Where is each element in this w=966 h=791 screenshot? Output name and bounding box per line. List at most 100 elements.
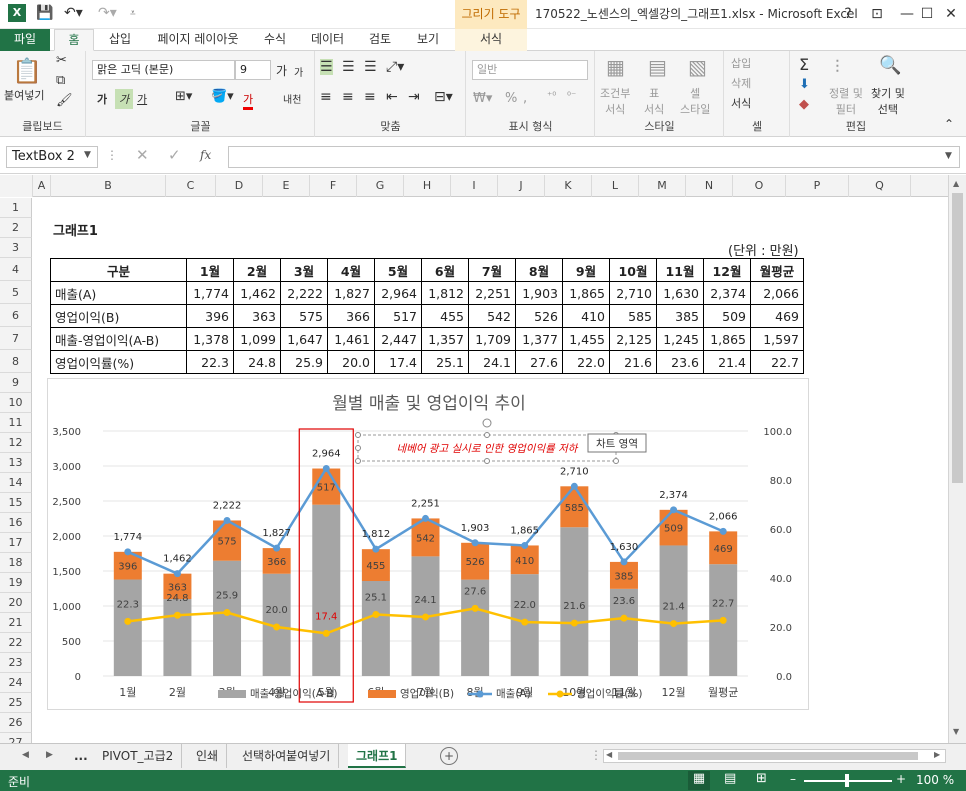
sales-point[interactable] (719, 527, 727, 535)
table-cell[interactable]: 1,597 (750, 327, 804, 351)
ribbon-display-button[interactable]: ⊡ (862, 0, 892, 29)
vertical-scroll-thumb[interactable] (952, 193, 963, 483)
sort-filter-button[interactable]: 정렬 및 필터 (829, 85, 863, 117)
table-cell[interactable]: 469 (750, 304, 804, 328)
orientation-icon[interactable]: ⤢▾ (386, 59, 404, 75)
font-color-button[interactable]: 가 (243, 91, 254, 110)
row-header-20[interactable]: 20 (0, 593, 32, 613)
zoom-out-button[interactable]: – (790, 772, 796, 786)
table-cell[interactable]: 2,222 (280, 281, 328, 305)
conditional-format-icon[interactable]: ▦ (606, 55, 625, 79)
insert-function-button[interactable]: fx (200, 148, 211, 162)
table-cell[interactable]: 575 (280, 304, 328, 328)
table-cell[interactable]: 23.6 (656, 350, 704, 374)
shrink-font-button[interactable]: 가 (294, 64, 303, 79)
table-cell[interactable]: 455 (421, 304, 469, 328)
zoom-level[interactable]: 100 % (916, 773, 954, 787)
table-cell[interactable]: 385 (656, 304, 704, 328)
column-header-n[interactable]: N (686, 175, 733, 197)
bar-base[interactable] (163, 599, 192, 676)
row-header-10[interactable]: 10 (0, 393, 32, 413)
percent-button[interactable]: % (505, 91, 517, 106)
tab-review[interactable]: 검토 (360, 29, 400, 51)
increase-indent-icon[interactable]: ⇥ (408, 89, 420, 105)
clear-icon[interactable]: ◆ (799, 97, 809, 112)
row-header-11[interactable]: 11 (0, 413, 32, 433)
name-box-dropdown-icon[interactable]: ▼ (84, 150, 91, 160)
scroll-right-icon[interactable]: ▶ (934, 750, 940, 759)
sales-point[interactable] (521, 541, 529, 549)
rate-point[interactable] (422, 613, 429, 621)
table-cell[interactable]: 410 (562, 304, 610, 328)
scroll-left-icon[interactable]: ◀ (606, 750, 612, 759)
row-header-12[interactable]: 12 (0, 433, 32, 453)
rate-point[interactable] (173, 611, 181, 619)
combo-chart[interactable]: 월별 매출 및 영업이익 추이 0 500 1,000 1,500 2,000 2,500 3… (48, 379, 810, 711)
rate-point[interactable] (570, 619, 578, 627)
column-header-o[interactable]: O (733, 175, 786, 197)
table-cell[interactable]: 396 (186, 304, 234, 328)
align-left-icon[interactable]: ≡ (320, 89, 332, 105)
table-header-cell[interactable]: 12월 (703, 258, 751, 282)
table-cell[interactable]: 24.1 (468, 350, 516, 374)
underline-button[interactable]: 가 (137, 91, 147, 107)
sales-point[interactable] (471, 539, 479, 547)
row-header-4[interactable]: 4 (0, 258, 32, 281)
align-bottom-icon[interactable]: ☰ (364, 59, 377, 75)
table-cell[interactable]: 1,812 (421, 281, 469, 305)
table-header-cell[interactable]: 4월 (327, 258, 375, 282)
table-cell[interactable]: 1,377 (515, 327, 563, 351)
add-sheet-button[interactable]: + (440, 747, 458, 765)
table-cell[interactable]: 2,125 (609, 327, 657, 351)
sales-point[interactable] (173, 570, 181, 578)
row-header-24[interactable]: 24 (0, 673, 32, 693)
table-cell[interactable]: 20.0 (327, 350, 375, 374)
row-header-17[interactable]: 17 (0, 533, 32, 553)
table-header-cell[interactable]: 8월 (515, 258, 563, 282)
table-cell[interactable]: 1,378 (186, 327, 234, 351)
help-button[interactable]: ? (833, 0, 863, 29)
rotate-handle[interactable] (482, 418, 492, 428)
table-cell[interactable]: 25.1 (421, 350, 469, 374)
table-cell[interactable]: 22.3 (186, 350, 234, 374)
select-all-corner[interactable] (0, 175, 33, 197)
table-header-cell[interactable]: 11월 (656, 258, 704, 282)
scroll-down-icon[interactable]: ▼ (953, 727, 959, 736)
align-right-icon[interactable]: ≡ (364, 89, 376, 105)
horizontal-scrollbar[interactable]: ◀ ▶ (603, 749, 946, 763)
sales-point[interactable] (372, 545, 380, 553)
increase-decimal-icon[interactable]: ⁺⁰ (547, 91, 556, 102)
column-header-c[interactable]: C (166, 175, 216, 197)
formula-input[interactable] (228, 146, 960, 168)
rate-point[interactable] (620, 614, 628, 622)
row-header-25[interactable]: 25 (0, 693, 32, 713)
table-cell[interactable]: 1,357 (421, 327, 469, 351)
paste-button[interactable]: 붙여넣기 (4, 87, 44, 103)
format-painter-icon[interactable]: 🖌 (56, 93, 73, 108)
sort-filter-icon[interactable]: ⫶ (835, 57, 840, 78)
font-name-select[interactable]: 맑은 고딕 (본문) (92, 60, 235, 80)
table-cell[interactable]: 1,462 (233, 281, 281, 305)
page-layout-view-icon[interactable]: ▤ (724, 771, 736, 786)
undo-icon[interactable]: ↶▾ (64, 5, 83, 21)
table-cell[interactable]: 21.4 (703, 350, 751, 374)
currency-icon[interactable]: ₩▾ (473, 91, 492, 106)
column-header-i[interactable]: I (451, 175, 498, 197)
row-header-26[interactable]: 26 (0, 713, 32, 733)
sheet-tab-graph1[interactable]: 그래프1 (348, 744, 407, 768)
table-cell[interactable]: 21.6 (609, 350, 657, 374)
delete-cells-button[interactable]: 삭제 (731, 75, 751, 91)
table-cell[interactable]: 1,245 (656, 327, 704, 351)
row-header-5[interactable]: 5 (0, 281, 32, 304)
sales-point[interactable] (124, 548, 132, 556)
sales-point[interactable] (322, 465, 330, 473)
row-header-8[interactable]: 8 (0, 350, 32, 373)
table-cell[interactable]: 2,964 (374, 281, 422, 305)
normal-view-icon[interactable]: ▦ (688, 771, 710, 790)
sales-point[interactable] (620, 558, 628, 566)
tab-page-layout[interactable]: 페이지 레이아웃 (148, 29, 248, 51)
tab-formulas[interactable]: 수식 (255, 29, 295, 51)
table-header-cell[interactable]: 7월 (468, 258, 516, 282)
row-header-7[interactable]: 7 (0, 327, 32, 350)
vertical-scrollbar[interactable]: ▲ ▼ (948, 175, 966, 743)
